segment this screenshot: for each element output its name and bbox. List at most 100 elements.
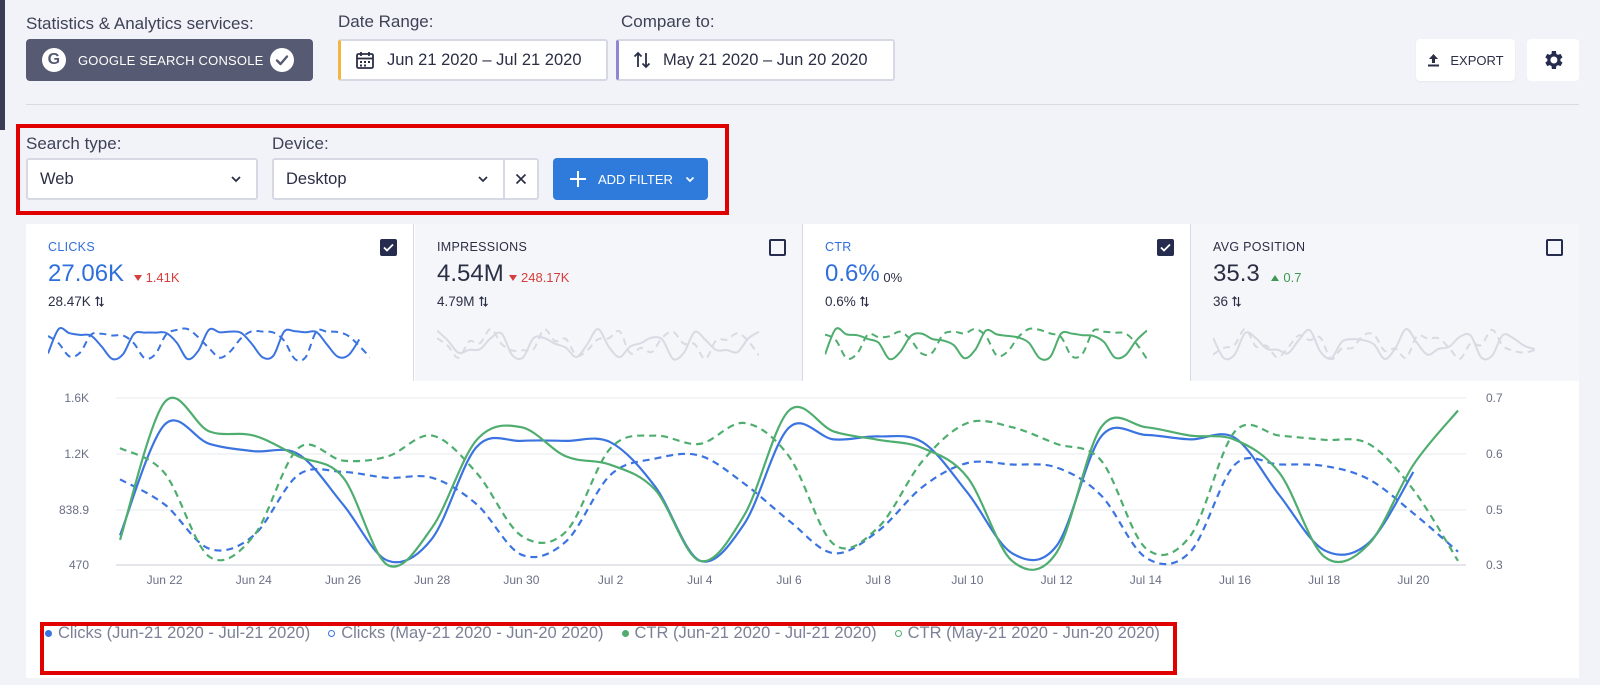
- search-type-label: Search type:: [26, 134, 122, 153]
- google-search-console-button[interactable]: G GOOGLE SEARCH CONSOLE: [26, 39, 313, 81]
- add-filter-button[interactable]: ADD FILTER: [553, 158, 708, 200]
- metric-compare: 0.6%: [825, 294, 869, 309]
- x-tick-label: Jul 14: [1130, 573, 1162, 587]
- metric-title: IMPRESSIONS: [437, 240, 528, 254]
- export-button[interactable]: EXPORT: [1416, 39, 1515, 81]
- compare-label: Compare to:: [621, 12, 715, 31]
- legend-item[interactable]: CTR (Jun-21 2020 - Jul-21 2020): [621, 624, 877, 643]
- metric-delta: 0%: [883, 270, 902, 285]
- metric-checkbox[interactable]: [1157, 239, 1174, 256]
- metric-sparkline: [1213, 328, 1535, 361]
- left-edge-bar: [0, 0, 5, 130]
- series-line-3: [119, 419, 1459, 562]
- add-filter-label: ADD FILTER: [598, 171, 673, 187]
- metric-compare: 28.47K: [48, 294, 104, 309]
- google-g-icon: G: [42, 48, 66, 72]
- compare-range-picker[interactable]: May 21 2020 – Jun 20 2020: [616, 39, 895, 81]
- services-label: Statistics & Analytics services:: [26, 14, 254, 33]
- sparkline-previous: [48, 327, 370, 362]
- metric-delta: 0.7: [1271, 270, 1301, 285]
- metric-card-impressions[interactable]: IMPRESSIONS 4.54M 248.17K 4.79M: [415, 224, 803, 381]
- x-tick-label: Jul 12: [1041, 573, 1073, 587]
- date-range-value: Jun 21 2020 – Jul 21 2020: [387, 50, 582, 69]
- clear-device-button[interactable]: [505, 158, 539, 200]
- triangle-up-icon: [1271, 274, 1280, 281]
- metric-compare-value: 28.47K: [48, 294, 91, 309]
- x-tick-label: Jun 30: [503, 573, 539, 587]
- metric-compare-value: 0.6%: [825, 294, 856, 309]
- legend-marker: [328, 630, 336, 637]
- close-icon: [515, 173, 527, 185]
- legend-label: Clicks (Jun-21 2020 - Jul-21 2020): [58, 624, 311, 642]
- calendar-icon: [355, 50, 375, 70]
- x-tick-label: Jul 10: [951, 573, 983, 587]
- legend-item[interactable]: Clicks (Jun-21 2020 - Jul-21 2020): [45, 624, 310, 643]
- gear-icon: [1541, 48, 1565, 72]
- legend-marker: [894, 630, 902, 637]
- date-range-label: Date Range:: [338, 12, 434, 31]
- compare-range-value: May 21 2020 – Jun 20 2020: [663, 50, 868, 69]
- y-right-tick-label: 0.5: [1486, 503, 1503, 517]
- metric-delta-value: 0.7: [1283, 270, 1302, 285]
- service-button-label: GOOGLE SEARCH CONSOLE: [78, 52, 264, 68]
- clicks-ctr-line-chart: 1.6K 0.7 1.2K 0.6 838.9 0.5 470 0.3 Jun 22 Jun 24…: [59, 391, 1503, 587]
- metric-title: CTR: [825, 240, 852, 254]
- legend-marker: [621, 630, 629, 637]
- series-line-2: [118, 396, 1459, 571]
- metric-delta-value: 0%: [883, 270, 903, 285]
- device-label: Device:: [272, 134, 329, 153]
- metric-checkbox[interactable]: [380, 239, 397, 256]
- x-tick-label: Jul 18: [1308, 573, 1340, 587]
- series-line-1: [119, 452, 1459, 566]
- y-left-tick-label: 838.9: [59, 503, 89, 517]
- metric-title: CLICKS: [48, 240, 95, 254]
- y-left-tick-label: 1.6K: [64, 391, 89, 405]
- swap-arrows-icon: [94, 296, 104, 307]
- metric-compare: 4.79M: [437, 294, 488, 309]
- y-right-tick-label: 0.6: [1486, 447, 1503, 461]
- chevron-down-icon: [477, 175, 489, 183]
- metric-delta-value: 248.17K: [521, 270, 570, 285]
- date-range-picker[interactable]: Jun 21 2020 – Jul 21 2020: [338, 39, 608, 81]
- metric-checkbox[interactable]: [769, 239, 786, 256]
- legend-marker: [45, 630, 52, 637]
- metric-sparkline: [825, 327, 1147, 361]
- chevron-down-icon: [685, 176, 695, 183]
- search-type-select[interactable]: Web: [26, 158, 258, 200]
- analytics-panel: CLICKS 27.06K 1.41K 28.47K IMPRESSIONS 4.54M 2…: [26, 224, 1579, 678]
- sparkline-current: [1213, 328, 1535, 361]
- x-tick-label: Jul 4: [687, 573, 713, 587]
- metric-compare-value: 4.79M: [437, 294, 475, 309]
- plus-icon: [569, 170, 587, 188]
- legend-label: Clicks (May-21 2020 - Jun-20 2020): [341, 624, 604, 642]
- x-tick-label: Jul 6: [776, 573, 802, 587]
- metric-checkbox[interactable]: [1546, 239, 1563, 256]
- metric-value: 4.54M: [437, 260, 504, 287]
- y-right-tick-label: 0.3: [1486, 558, 1503, 572]
- metric-value: 27.06K: [48, 260, 125, 287]
- device-select[interactable]: Desktop: [272, 158, 505, 200]
- metric-card-ctr[interactable]: CTR 0.6% 0% 0.6%: [803, 224, 1191, 381]
- metric-title: AVG POSITION: [1213, 240, 1306, 254]
- x-tick-label: Jul 20: [1397, 573, 1429, 587]
- y-right-tick-label: 0.7: [1486, 391, 1503, 405]
- settings-button[interactable]: [1527, 39, 1579, 81]
- legend-label: CTR (May-21 2020 - Jun-20 2020): [907, 624, 1160, 642]
- metric-delta: 248.17K: [509, 270, 569, 285]
- metric-card-avg-position[interactable]: AVG POSITION 35.3 0.7 36: [1191, 224, 1579, 381]
- x-tick-label: Jul 2: [598, 573, 624, 587]
- metric-value: 35.3: [1213, 260, 1260, 287]
- x-tick-label: Jul 8: [866, 573, 892, 587]
- x-tick-label: Jun 24: [236, 573, 272, 587]
- legend-item[interactable]: CTR (May-21 2020 - Jun-20 2020): [894, 624, 1160, 643]
- x-tick-label: Jun 28: [414, 573, 450, 587]
- metric-card-clicks[interactable]: CLICKS 27.06K 1.41K 28.47K: [26, 224, 414, 381]
- device-value: Desktop: [286, 169, 347, 188]
- metric-value: 0.6%: [825, 260, 880, 287]
- swap-arrows-icon: [859, 296, 869, 307]
- sparkline-current: [825, 327, 1147, 361]
- x-tick-label: Jun 22: [147, 573, 183, 587]
- legend-item[interactable]: Clicks (May-21 2020 - Jun-20 2020): [328, 624, 604, 643]
- header-divider: [26, 104, 1579, 105]
- check-circle-icon: [270, 48, 294, 72]
